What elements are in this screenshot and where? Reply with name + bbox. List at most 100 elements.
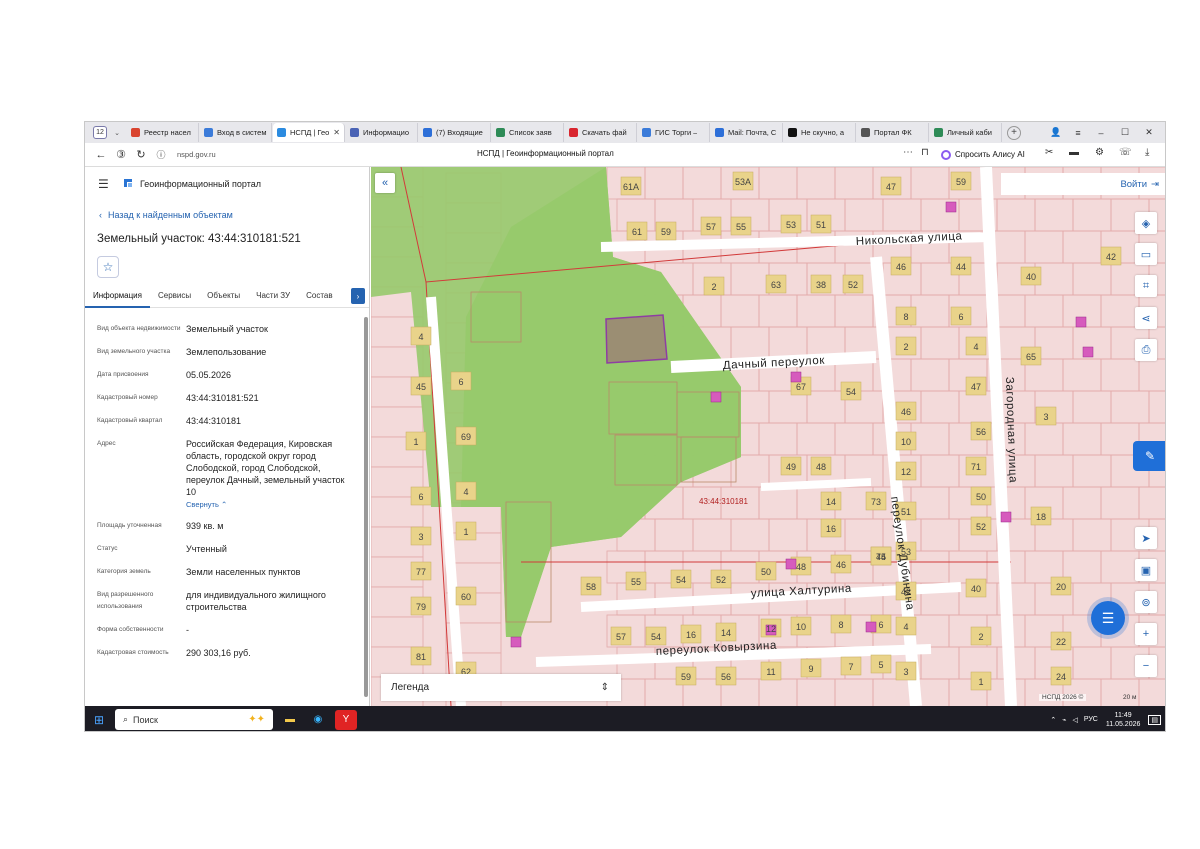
browser-tab[interactable]: НСПД | Гео ✕ <box>273 123 345 142</box>
house-number-label: 22 <box>1056 637 1066 647</box>
house-number-label: 2 <box>978 632 983 642</box>
volume-icon[interactable]: ◁ <box>1072 716 1077 724</box>
browser-tab-label: Mail: Почта, С <box>728 128 777 137</box>
parcel-outline <box>1062 486 1102 520</box>
ask-alisa-button[interactable]: Спросить Алису AI <box>941 147 1025 162</box>
zoom-out-button[interactable]: − <box>1135 655 1157 677</box>
chat-bubble-icon[interactable]: ☰ <box>1091 601 1125 635</box>
maximize-icon[interactable]: ☐ <box>1113 127 1137 138</box>
browser-tab[interactable]: Список заяв <box>492 123 564 142</box>
share-icon[interactable]: ⋖ <box>1135 307 1157 329</box>
collapse-sidebar-button[interactable]: « <box>375 173 395 193</box>
geo-search-icon[interactable]: ⊚ <box>1135 591 1157 613</box>
minimize-icon[interactable]: – <box>1089 128 1113 138</box>
favicon-icon <box>715 128 724 137</box>
chevron-down-icon[interactable]: ⌄ <box>111 129 123 137</box>
house-number-label: 53 <box>786 220 796 230</box>
browser-tab-label: Реестр насел <box>144 128 191 137</box>
select-area-icon[interactable]: ⌗ <box>1135 275 1157 297</box>
brand-title: Геоинформационный портал <box>140 179 261 189</box>
file-explorer-icon[interactable]: ▬ <box>279 710 301 730</box>
back-to-results-link[interactable]: ‹ Назад к найденным объектам <box>99 210 233 220</box>
close-icon[interactable]: ✕ <box>1137 127 1161 138</box>
menu-icon[interactable]: ≡ <box>1067 128 1089 138</box>
minimap-icon[interactable]: ▣ <box>1135 559 1157 581</box>
close-tab-icon[interactable]: ✕ <box>333 128 340 137</box>
tabs-scroll-right-icon[interactable]: › <box>351 288 365 304</box>
tab-services[interactable]: Сервисы <box>150 288 199 308</box>
more-icon[interactable]: ⋯ <box>903 147 913 158</box>
house-number-label: 52 <box>716 575 726 585</box>
notification-icon[interactable]: ▤ <box>1148 714 1161 725</box>
house-number-label: 50 <box>761 567 771 577</box>
house-number-label: 50 <box>976 492 986 502</box>
tab-composition[interactable]: Состав <box>298 288 341 308</box>
tab-counter[interactable]: 12 <box>93 126 107 139</box>
browser-tab[interactable]: Личный каби <box>930 123 1002 142</box>
bookmark-icon[interactable]: ⊓ <box>921 147 929 158</box>
house-number-label: 9 <box>808 664 813 674</box>
favicon-icon <box>788 128 797 137</box>
extension-icon[interactable]: ✂ <box>1045 147 1053 158</box>
browser-tab[interactable]: Вход в систем <box>200 123 272 142</box>
reload-icon[interactable]: ↻ <box>131 148 151 161</box>
collapse-link[interactable]: Свернуть ⌃ <box>186 500 354 509</box>
edge-icon[interactable]: ◉ <box>307 710 329 730</box>
house-number-label: 47 <box>971 382 981 392</box>
house-number-label: 69 <box>461 432 471 442</box>
tab-objects[interactable]: Объекты <box>199 288 248 308</box>
chat-icon[interactable]: ☏ <box>1119 147 1132 158</box>
hamburger-icon[interactable]: ☰ <box>98 177 109 191</box>
house-number-label: 7 <box>848 662 853 672</box>
shield-icon[interactable]: ▬ <box>1069 147 1079 158</box>
parcel-outline <box>920 454 960 488</box>
puzzle-icon[interactable]: ⚙ <box>1095 147 1104 158</box>
tab-parts[interactable]: Части ЗУ <box>248 288 298 308</box>
tab-information[interactable]: Информация <box>85 288 150 308</box>
location-icon[interactable]: ➤ <box>1135 527 1157 549</box>
property-value: 43:44:310181 <box>186 416 242 426</box>
zoom-in-button[interactable]: + <box>1135 623 1157 645</box>
browser-tabbar: 12 ⌄ Реестр насел Вход в систем НСПД | Гео… <box>85 122 1165 143</box>
clock[interactable]: 11:49 11.05.2026 <box>1106 711 1141 729</box>
language-indicator[interactable]: РУС <box>1084 716 1098 723</box>
tray-chevron-icon[interactable]: ⌃ <box>1050 716 1056 724</box>
browser-tab[interactable]: ГИС Торги – <box>638 123 710 142</box>
parcel-outline <box>1034 454 1074 488</box>
url-field[interactable]: nspd.gov.ru <box>177 150 216 159</box>
browser-tab[interactable]: (7) Входящие <box>419 123 491 142</box>
taskbar-search[interactable]: ⌕ Поиск ✦✦ <box>115 709 273 730</box>
network-icon[interactable]: ⌁ <box>1062 716 1066 724</box>
house-number-label: 59 <box>661 227 671 237</box>
layers-icon[interactable]: ◈ <box>1135 212 1157 234</box>
favorite-star-icon[interactable]: ☆ <box>97 256 119 278</box>
browser-tab[interactable]: Mail: Почта, С <box>711 123 783 142</box>
sidebar-scrollbar[interactable] <box>364 317 368 697</box>
print-icon[interactable]: ⎙ <box>1135 339 1157 361</box>
legend-dropdown[interactable]: Легенда ⇕ <box>381 674 621 701</box>
browser-tab[interactable]: Скачать фай <box>565 123 637 142</box>
house-number-label: 1 <box>463 527 468 537</box>
parcel-outline <box>910 550 950 584</box>
map-view[interactable]: 61А 53А 47 59 61 59 57 55 53 51 46 44 42 40 2 63 38 52 8 6 4… <box>371 167 1166 706</box>
browser-tab[interactable]: Портал ФК <box>857 123 929 142</box>
browser-tab[interactable]: Не скучно, а <box>784 123 856 142</box>
back-arrow-icon[interactable]: ← <box>91 149 111 161</box>
site-info-icon[interactable]: ⓘ <box>151 148 171 161</box>
ruler-icon[interactable]: ▭ <box>1135 243 1157 265</box>
reader-icon[interactable]: ③ <box>111 148 131 161</box>
windows-start-icon[interactable]: ⊞ <box>85 713 113 727</box>
download-icon[interactable]: ⤓ <box>1145 147 1149 158</box>
parcel-outline <box>768 390 808 424</box>
login-button[interactable]: Войти ⇥ <box>1001 173 1165 195</box>
browser-tab[interactable]: Информацио <box>346 123 418 142</box>
map-canvas[interactable]: 61А 53А 47 5961 59 57 55 53 5146 4442402 63 38 528 64… <box>371 167 1166 706</box>
profile-icon[interactable]: 👤 <box>1045 127 1067 138</box>
property-row: Статус Учтенный <box>97 543 359 555</box>
browser-tab[interactable]: Реестр насел <box>127 123 199 142</box>
house-number-label: 40 <box>971 584 981 594</box>
windows-taskbar: ⊞ ⌕ Поиск ✦✦ ▬ ◉ Y ⌃ ⌁ ◁ РУС 11:49 11.05… <box>85 706 1165 731</box>
assistant-tab-icon[interactable]: ✎ <box>1133 441 1165 471</box>
new-tab-button[interactable]: + <box>1007 125 1021 140</box>
yandex-browser-icon[interactable]: Y <box>335 709 357 730</box>
